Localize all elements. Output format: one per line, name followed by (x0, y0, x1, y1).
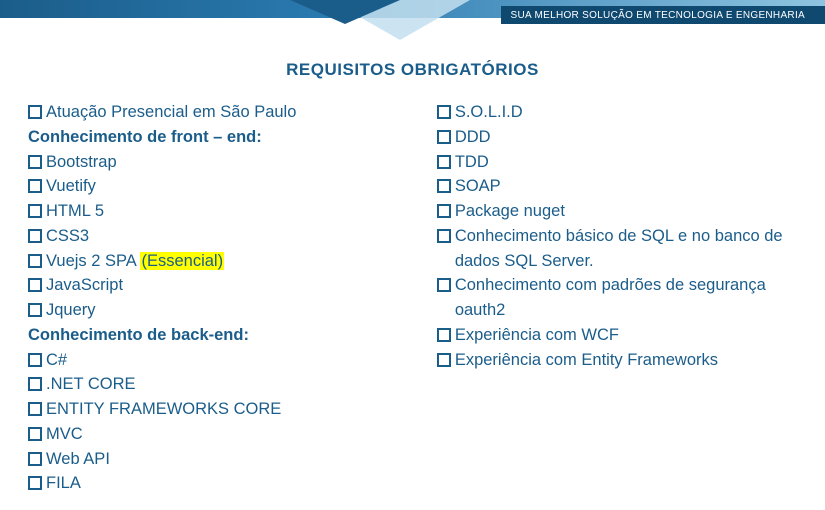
list-item: Atuação Presencial em São Paulo (28, 100, 427, 125)
item-text: CSS3 (46, 224, 89, 249)
item-text: Jquery (46, 298, 96, 323)
list-item: MVC (28, 422, 427, 447)
list-item: Vuetify (28, 174, 427, 199)
list-item: Vuejs 2 SPA (Essencial) (28, 249, 427, 274)
item-text: Vuejs 2 SPA (Essencial) (46, 249, 224, 274)
content-area: Atuação Presencial em São Paulo Conhecim… (0, 80, 825, 496)
square-bullet-icon (28, 155, 42, 169)
square-bullet-icon (28, 353, 42, 367)
item-text: Conhecimento básico de SQL e no banco de… (455, 224, 795, 274)
list-item: HTML 5 (28, 199, 427, 224)
list-item: Conhecimento básico de SQL e no banco de… (437, 224, 795, 274)
square-bullet-icon (28, 303, 42, 317)
square-bullet-icon (28, 476, 42, 490)
tagline: SUA MELHOR SOLUÇÃO EM TECNOLOGIA E ENGEN… (501, 6, 825, 24)
list-item: JavaScript (28, 273, 427, 298)
heading-front-end: Conhecimento de front – end: (28, 125, 427, 150)
item-text: Atuação Presencial em São Paulo (46, 100, 296, 125)
list-item: Experiência com WCF (437, 323, 795, 348)
square-bullet-icon (28, 427, 42, 441)
item-text: JavaScript (46, 273, 123, 298)
square-bullet-icon (28, 229, 42, 243)
square-bullet-icon (437, 155, 451, 169)
square-bullet-icon (437, 278, 451, 292)
item-text: Experiência com WCF (455, 323, 619, 348)
item-text: Web API (46, 447, 110, 472)
list-item: Web API (28, 447, 427, 472)
page-title: REQUISITOS OBRIGATÓRIOS (0, 60, 825, 80)
item-text: HTML 5 (46, 199, 104, 224)
heading-back-end: Conhecimento de back-end: (28, 323, 427, 348)
square-bullet-icon (437, 130, 451, 144)
item-text: C# (46, 348, 67, 373)
square-bullet-icon (28, 179, 42, 193)
item-text: ENTITY FRAMEWORKS CORE (46, 397, 281, 422)
highlight-essential: (Essencial) (140, 252, 224, 270)
item-text: Vuetify (46, 174, 96, 199)
list-item: .NET CORE (28, 372, 427, 397)
square-bullet-icon (28, 204, 42, 218)
square-bullet-icon (437, 204, 451, 218)
item-text: Conhecimento com padrões de segurança oa… (455, 273, 795, 323)
list-item: S.O.L.I.D (437, 100, 795, 125)
square-bullet-icon (28, 402, 42, 416)
square-bullet-icon (437, 179, 451, 193)
list-item: TDD (437, 150, 795, 175)
list-item: Conhecimento com padrões de segurança oa… (437, 273, 795, 323)
item-text: MVC (46, 422, 83, 447)
item-text: Experiência com Entity Frameworks (455, 348, 718, 373)
list-item: Experiência com Entity Frameworks (437, 348, 795, 373)
item-text: SOAP (455, 174, 501, 199)
decorative-triangle-dark (290, 0, 400, 24)
list-item: CSS3 (28, 224, 427, 249)
list-item: SOAP (437, 174, 795, 199)
item-text: TDD (455, 150, 489, 175)
item-text: FILA (46, 471, 81, 496)
square-bullet-icon (437, 105, 451, 119)
item-text: Bootstrap (46, 150, 117, 175)
square-bullet-icon (28, 452, 42, 466)
list-item: Jquery (28, 298, 427, 323)
list-item: C# (28, 348, 427, 373)
item-text: Package nuget (455, 199, 565, 224)
item-text: DDD (455, 125, 491, 150)
list-item: ENTITY FRAMEWORKS CORE (28, 397, 427, 422)
item-text: S.O.L.I.D (455, 100, 523, 125)
list-item: FILA (28, 471, 427, 496)
list-item: Package nuget (437, 199, 795, 224)
square-bullet-icon (437, 229, 451, 243)
square-bullet-icon (437, 353, 451, 367)
square-bullet-icon (28, 105, 42, 119)
vuejs-pre: Vuejs 2 SPA (46, 252, 140, 270)
left-column: Atuação Presencial em São Paulo Conhecim… (28, 100, 427, 496)
square-bullet-icon (28, 254, 42, 268)
list-item: DDD (437, 125, 795, 150)
square-bullet-icon (28, 377, 42, 391)
item-text: .NET CORE (46, 372, 136, 397)
square-bullet-icon (28, 278, 42, 292)
right-column: S.O.L.I.D DDD TDD SOAP Package nuget Con… (427, 100, 795, 496)
square-bullet-icon (437, 328, 451, 342)
list-item: Bootstrap (28, 150, 427, 175)
